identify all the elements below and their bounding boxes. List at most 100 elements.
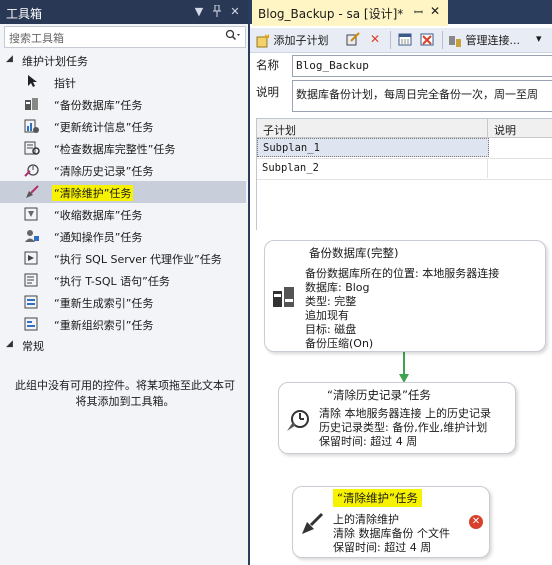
- task-detail-line: 追加现有: [305, 309, 349, 322]
- name-field[interactable]: Blog_Backup: [292, 55, 552, 77]
- toolbox-title-bar: 工具箱 ▼ ✕: [0, 0, 248, 24]
- group-label: 常规: [22, 340, 44, 353]
- toolbox-item-notify-operator[interactable]: “通知操作员”任务: [0, 225, 246, 247]
- search-icon[interactable]: [225, 29, 241, 46]
- task-detail-line: 备份压缩(On): [305, 337, 374, 350]
- task-detail-line: 保留时间: 超过 4 周: [319, 435, 418, 448]
- group-general[interactable]: ◢ 常规: [0, 336, 246, 354]
- tab-label: Blog_Backup - sa [设计]*: [258, 7, 404, 21]
- toolbar-separator: [390, 31, 391, 49]
- shrink-database-icon: [24, 206, 40, 222]
- toolbox-item-backup-database[interactable]: “备份数据库”任务: [0, 93, 246, 115]
- check-integrity-icon: [24, 140, 40, 156]
- description-field[interactable]: 数据库备份计划，每周日完全备份一次，周一至周: [292, 80, 552, 112]
- toolbox-item-maintenance-cleanup[interactable]: “清除维护”任务: [0, 181, 246, 203]
- window-position-icon[interactable]: ▼: [192, 5, 206, 19]
- task-details: 上的清除维护 清除 数据库备份 个文件 保留时间: 超过 4 周: [333, 513, 450, 555]
- task-detail-line: 历史记录类型: 备份,作业,维护计划: [319, 421, 488, 434]
- notify-operator-icon: [24, 228, 40, 244]
- task-detail-line: 目标: 磁盘: [305, 323, 357, 336]
- column-header-description[interactable]: 说明: [488, 119, 552, 138]
- subplan-cell[interactable]: Subplan_1: [257, 138, 489, 157]
- designer-toolbar: 添加子计划 ✕ 管理连接... ▾: [250, 28, 552, 53]
- history-cleanup-icon: [285, 407, 311, 433]
- toolbox-title: 工具箱: [6, 7, 43, 21]
- add-subplan-label: 添加子计划: [273, 34, 329, 47]
- maintenance-cleanup-icon: [299, 511, 325, 537]
- toolbox-empty-message: 此组中没有可用的控件。将某项拖至此文本可将其添加到工具箱。: [15, 379, 235, 408]
- pin-icon[interactable]: [210, 4, 224, 19]
- toolbar-separator: [442, 31, 443, 49]
- column-header-subplan[interactable]: 子计划: [257, 119, 488, 138]
- item-label: “检查数据库完整性”任务: [54, 143, 176, 156]
- collapse-arrow-icon[interactable]: ◢: [6, 339, 13, 349]
- close-icon[interactable]: ✕: [430, 4, 440, 18]
- toolbox-item-rebuild-index[interactable]: “重新生成索引”任务: [0, 291, 246, 313]
- toolbox-item-agent-job[interactable]: “执行 SQL Server 代理作业”任务: [0, 247, 246, 269]
- remove-schedule-button[interactable]: [420, 32, 434, 48]
- item-label: “更新统计信息”任务: [54, 121, 154, 134]
- tab-blog-backup[interactable]: Blog_Backup - sa [设计]* ꟷ ✕: [252, 0, 448, 26]
- update-statistics-icon: [24, 118, 40, 134]
- agent-job-icon: [24, 250, 40, 266]
- maintenance-cleanup-task[interactable]: “清除维护”任务 ✕ 上的清除维护 清除 数据库备份 个文件 保留时间: 超过 …: [292, 486, 490, 558]
- add-subplan-button[interactable]: 添加子计划: [256, 32, 329, 48]
- item-label: “清除维护”任务: [52, 185, 134, 201]
- add-subplan-icon: [256, 34, 270, 48]
- task-detail-line: 上的清除维护: [333, 513, 399, 526]
- description-value: 数据库备份计划，每周日完全备份一次，周一至周: [296, 88, 538, 101]
- item-label: “执行 T-SQL 语句”任务: [54, 275, 170, 288]
- history-cleanup-task[interactable]: “清除历史记录”任务 清除 本地服务器连接 上的历史记录 历史记录类型: 备份,…: [278, 382, 516, 454]
- item-label: “通知操作员”任务: [54, 231, 143, 244]
- header-label: 子计划: [263, 124, 296, 137]
- toolbox-item-shrink-database[interactable]: “收缩数据库”任务: [0, 203, 246, 225]
- toolbox-item-history-cleanup[interactable]: “清除历史记录”任务: [0, 159, 246, 181]
- task-title: “清除维护”任务: [333, 489, 422, 507]
- group-maintenance-tasks[interactable]: ◢ 维护计划任务: [0, 51, 246, 69]
- close-icon[interactable]: ✕: [228, 5, 242, 19]
- toolbox-panel: 工具箱 ▼ ✕ 搜索工具箱 ◢ 维护计划任务 指针 “备份数据库”任务 “更新统…: [0, 0, 249, 565]
- item-label: “收缩数据库”任务: [54, 209, 143, 222]
- precedence-arrow[interactable]: [398, 350, 410, 384]
- remove-schedule-icon: [420, 32, 434, 46]
- table-row[interactable]: Subplan_1: [257, 138, 552, 159]
- backup-database-task[interactable]: 备份数据库(完整) 备份数据库所在的位置: 本地服务器连接 数据库: Blog …: [264, 240, 546, 352]
- rebuild-index-icon: [24, 294, 40, 310]
- search-placeholder: 搜索工具箱: [9, 32, 64, 45]
- backup-database-icon: [24, 96, 40, 112]
- subplan-cell[interactable]: Subplan_2: [257, 159, 488, 178]
- toolbox-item-reorganize-index[interactable]: “重新组织索引”任务: [0, 313, 246, 335]
- toolbox-search-input[interactable]: 搜索工具箱: [4, 26, 246, 48]
- pin-icon[interactable]: ꟷ: [414, 5, 423, 20]
- header-label: 说明: [494, 124, 516, 137]
- delete-button[interactable]: ✕: [368, 32, 382, 48]
- tab-bar: Blog_Backup - sa [设计]* ꟷ ✕: [250, 0, 552, 26]
- toolbar-overflow-icon[interactable]: ▾: [536, 32, 542, 48]
- design-canvas[interactable]: 备份数据库(完整) 备份数据库所在的位置: 本地服务器连接 数据库: Blog …: [250, 230, 552, 565]
- task-title: “清除历史记录”任务: [327, 388, 431, 402]
- schedule-button[interactable]: [398, 32, 412, 48]
- calendar-icon: [398, 32, 412, 46]
- error-icon[interactable]: ✕: [469, 515, 483, 529]
- group-label: 维护计划任务: [22, 55, 88, 68]
- edit-properties-button[interactable]: [346, 32, 360, 48]
- toolbox-item-check-integrity[interactable]: “检查数据库完整性”任务: [0, 137, 246, 159]
- history-cleanup-icon: [24, 162, 40, 178]
- task-title: 备份数据库(完整): [309, 246, 399, 260]
- backup-database-icon: [271, 283, 297, 309]
- maintenance-cleanup-icon: [24, 184, 40, 200]
- designer-panel: Blog_Backup - sa [设计]* ꟷ ✕ 添加子计划 ✕ 管理连接.…: [250, 0, 552, 565]
- delete-icon: ✕: [369, 32, 381, 46]
- item-label: “重新生成索引”任务: [54, 297, 154, 310]
- manage-connections-button[interactable]: 管理连接...: [448, 32, 520, 48]
- item-label: “清除历史记录”任务: [54, 165, 154, 178]
- table-row[interactable]: Subplan_2: [257, 159, 552, 180]
- task-detail-line: 类型: 完整: [305, 295, 357, 308]
- edit-icon: [346, 32, 360, 46]
- toolbox-item-pointer[interactable]: 指针: [0, 71, 246, 93]
- toolbox-item-update-statistics[interactable]: “更新统计信息”任务: [0, 115, 246, 137]
- toolbox-item-tsql[interactable]: “执行 T-SQL 语句”任务: [0, 269, 246, 291]
- name-label: 名称: [256, 58, 279, 72]
- collapse-arrow-icon[interactable]: ◢: [6, 54, 13, 64]
- reorganize-index-icon: [24, 316, 40, 332]
